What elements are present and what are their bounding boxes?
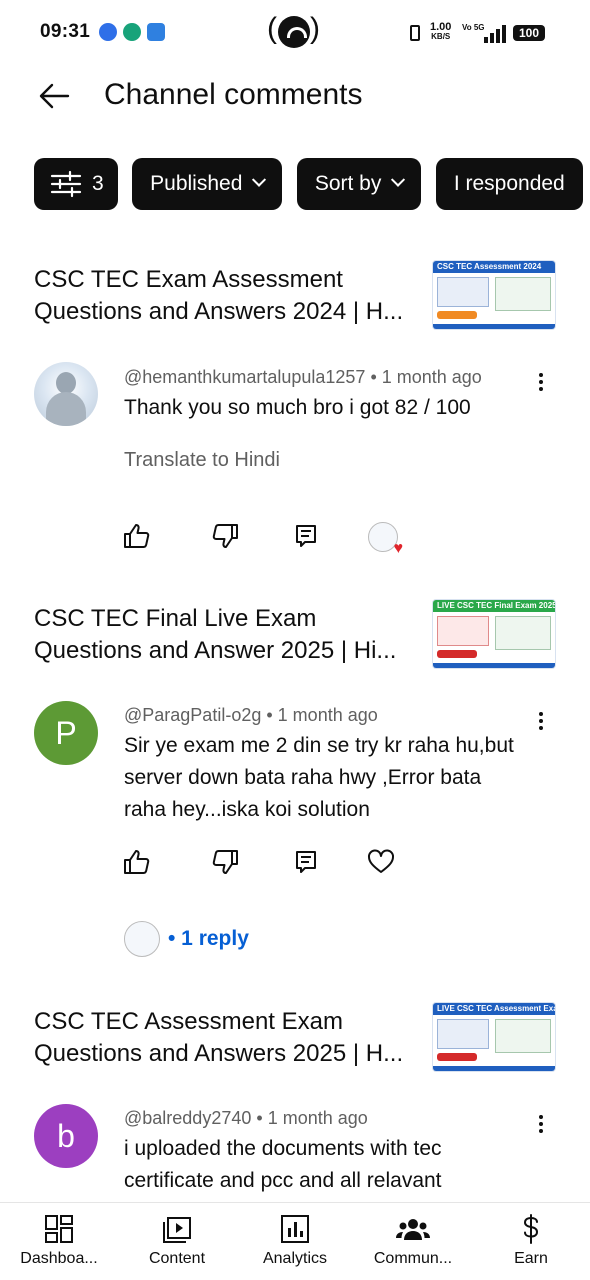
chip-i-responded-label: I responded [453,172,565,195]
back-arrow-icon[interactable] [38,80,70,112]
comment-time: 1 month ago [267,1108,368,1128]
hotspot-bracket-right: ) [310,12,320,45]
dislike-icon[interactable] [212,522,240,550]
nav-label: Earn [514,1250,548,1267]
status-time: 09:31 [40,21,91,42]
earn-icon [523,1214,539,1244]
battery-icon: 100 [513,25,545,41]
nav-label: Commun... [373,1250,453,1267]
comment-author[interactable]: @ParagPatil-o2g [124,705,261,725]
dashboard-icon [45,1215,73,1243]
comment-time: 1 month ago [381,367,482,387]
dislike-icon[interactable] [212,848,240,876]
avatar[interactable]: b [34,1104,98,1168]
like-icon[interactable] [122,522,150,550]
nav-item-analytics[interactable]: Analytics [236,1204,354,1280]
chevron-down-icon [252,172,267,187]
status-bar: 09:31 ( ) 1.00 KB/S Vo 5G 100 [0,0,590,64]
app-notification-icon [123,23,141,41]
chip-sort-by-label: Sort by [314,172,382,195]
chip-sort-by[interactable]: Sort by [296,158,422,210]
heart-icon[interactable] [367,848,395,876]
comment-text: Sir ye exam me 2 din se try kr raha hu,b… [124,734,514,821]
filter-settings-chip[interactable]: 3 [34,158,118,210]
video-title[interactable]: CSC TEC Assessment Exam Questions and An… [34,1006,424,1070]
video-thumbnail[interactable]: CSC TEC Assessment 2024 [432,260,556,330]
thumbnail-banner: CSC TEC Assessment 2024 [433,261,555,273]
reply-icon[interactable] [292,848,320,876]
chip-published-label: Published [150,172,243,195]
android-app-icon [147,23,165,41]
comment-text: i uploaded the documents with tec certif… [124,1137,442,1192]
network-speed: 1.00 KB/S [430,21,452,42]
like-icon[interactable] [122,848,150,876]
signal-icon [480,21,510,43]
comment-meta: @ParagPatil-o2g • 1 month ago [124,705,378,725]
avatar[interactable] [34,362,98,426]
comment-meta: @hemanthkumartalupula1257 • 1 month ago [124,367,482,387]
avatar[interactable]: P [34,701,98,765]
reply-icon[interactable] [292,522,320,550]
filter-chips: 3 Published Sort by I responded [34,158,590,210]
filter-count: 3 [92,172,104,195]
comment-meta: @balreddy2740 • 1 month ago [124,1108,368,1128]
thumbnail-banner: LIVE CSC TEC Assessment Exam 2025 [433,1003,555,1015]
comment-author[interactable]: @balreddy2740 [124,1108,251,1128]
nav-item-community[interactable]: Commun... [354,1204,472,1280]
video-thumbnail[interactable]: LIVE CSC TEC Assessment Exam 2025 [432,1002,556,1072]
page-title: Channel comments [104,78,363,111]
analytics-icon [281,1215,309,1243]
nav-item-content[interactable]: Content [118,1204,236,1280]
video-title[interactable]: CSC TEC Final Live Exam Questions and An… [34,603,424,667]
hotspot-bracket-left: ( [267,12,277,45]
chevron-down-icon [391,172,406,187]
nav-item-dashboard[interactable]: Dashboa... [0,1204,118,1280]
comment-text: Thank you so much bro i got 82 / 100 [124,396,471,419]
thumbnail-banner: LIVE CSC TEC Final Exam 2025 [433,600,555,612]
comment-time: 1 month ago [277,705,378,725]
community-icon [396,1219,430,1240]
translate-link[interactable]: Translate to Hindi [124,449,280,472]
vibrate-icon [410,25,420,41]
nav-label: Content [148,1250,206,1267]
chip-i-responded[interactable]: I responded [435,158,583,210]
content-icon [163,1217,191,1243]
video-thumbnail[interactable]: LIVE CSC TEC Final Exam 2025 [432,599,556,669]
bottom-nav: Dashboa... Content Analytics Commun... E… [0,1204,590,1280]
view-replies-link[interactable]: • 1 reply [168,927,249,951]
hotspot-icon [278,16,310,48]
nav-label: Dashboa... [20,1250,98,1267]
cloud-app-icon [99,23,117,41]
sliders-icon [50,170,82,198]
comment-author[interactable]: @hemanthkumartalupula1257 [124,367,365,387]
creator-heart-icon[interactable]: ♥ [368,522,403,557]
nav-item-earn[interactable]: Earn [472,1204,590,1280]
video-title[interactable]: CSC TEC Exam Assessment Questions and An… [34,264,424,328]
chip-published[interactable]: Published [132,158,283,210]
creator-avatar [124,921,160,957]
nav-label: Analytics [262,1250,328,1267]
nav-divider [0,1202,590,1203]
